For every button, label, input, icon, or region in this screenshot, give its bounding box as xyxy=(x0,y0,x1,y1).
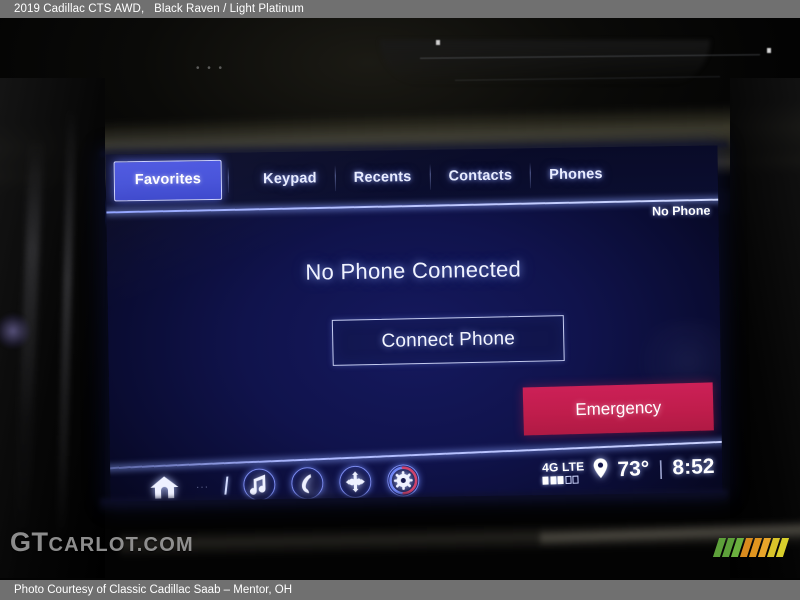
dash-dots-top: • • • xyxy=(196,63,225,74)
status-cluster: 4G LTE 73° | 8:52 xyxy=(541,454,715,486)
dashboard-photo: • • • • • • Favorites Keypad Recents Con… xyxy=(0,18,800,580)
vehicle-title: 2019 Cadillac CTS AWD, xyxy=(14,3,151,15)
status-divider: | xyxy=(657,457,664,480)
signal-bars xyxy=(542,475,579,485)
infotainment-screen[interactable]: Favorites Keypad Recents Contacts Phones… xyxy=(105,145,723,502)
tab-keypad[interactable]: Keypad xyxy=(251,170,329,187)
icon-row-separator xyxy=(224,476,229,495)
signal-bar xyxy=(549,476,556,485)
navigation-pad-icon[interactable] xyxy=(338,465,372,499)
color-bar-logo xyxy=(712,538,790,557)
photo-credit-bar: Photo Courtesy of Classic Cadillac Saab … xyxy=(0,580,800,600)
vent-highlight-right xyxy=(767,48,771,53)
network-indicator: 4G LTE xyxy=(541,459,585,485)
network-label: 4G LTE xyxy=(541,459,585,475)
tab-recents[interactable]: Recents xyxy=(342,169,424,186)
watermark: GT CARLOT.COM xyxy=(10,527,194,558)
tab-divider xyxy=(529,162,532,189)
location-pin-icon xyxy=(593,458,609,484)
tab-contacts[interactable]: Contacts xyxy=(436,167,524,184)
photo-credit-text: Photo Courtesy of Classic Cadillac Saab … xyxy=(14,584,293,596)
tab-favorites[interactable]: Favorites xyxy=(113,160,223,202)
watermark-suffix: CARLOT.COM xyxy=(48,534,194,556)
tab-phones[interactable]: Phones xyxy=(537,166,615,183)
tab-divider xyxy=(227,166,230,193)
clock-display: 8:52 xyxy=(671,454,715,480)
tab-divider xyxy=(334,165,336,192)
watermark-prefix: GT xyxy=(10,527,49,557)
climate-settings-icon[interactable] xyxy=(386,464,420,497)
temperature-display: 73° xyxy=(616,457,650,482)
emergency-button[interactable]: Emergency xyxy=(522,382,714,436)
no-phone-connected-message: No Phone Connected xyxy=(305,256,522,285)
signal-bar xyxy=(542,476,549,485)
dashboard-right-panel xyxy=(730,78,800,578)
phone-tab-strip: Favorites Keypad Recents Contacts Phones xyxy=(105,145,719,209)
phone-status-label: No Phone xyxy=(651,203,711,219)
signal-bar xyxy=(557,476,564,485)
signal-bar xyxy=(564,475,571,485)
vehicle-caption: 2019 Cadillac CTS AWD, Black Raven / Lig… xyxy=(0,0,800,18)
photo-frame: 2019 Cadillac CTS AWD, Black Raven / Lig… xyxy=(0,0,800,600)
vehicle-colors: Black Raven / Light Platinum xyxy=(154,3,304,15)
icon-row-dots: ··· xyxy=(196,481,210,491)
signal-bar xyxy=(572,475,579,484)
connect-phone-button[interactable]: Connect Phone xyxy=(331,315,565,366)
tab-divider xyxy=(429,163,431,190)
vent-highlight-left xyxy=(436,40,440,45)
